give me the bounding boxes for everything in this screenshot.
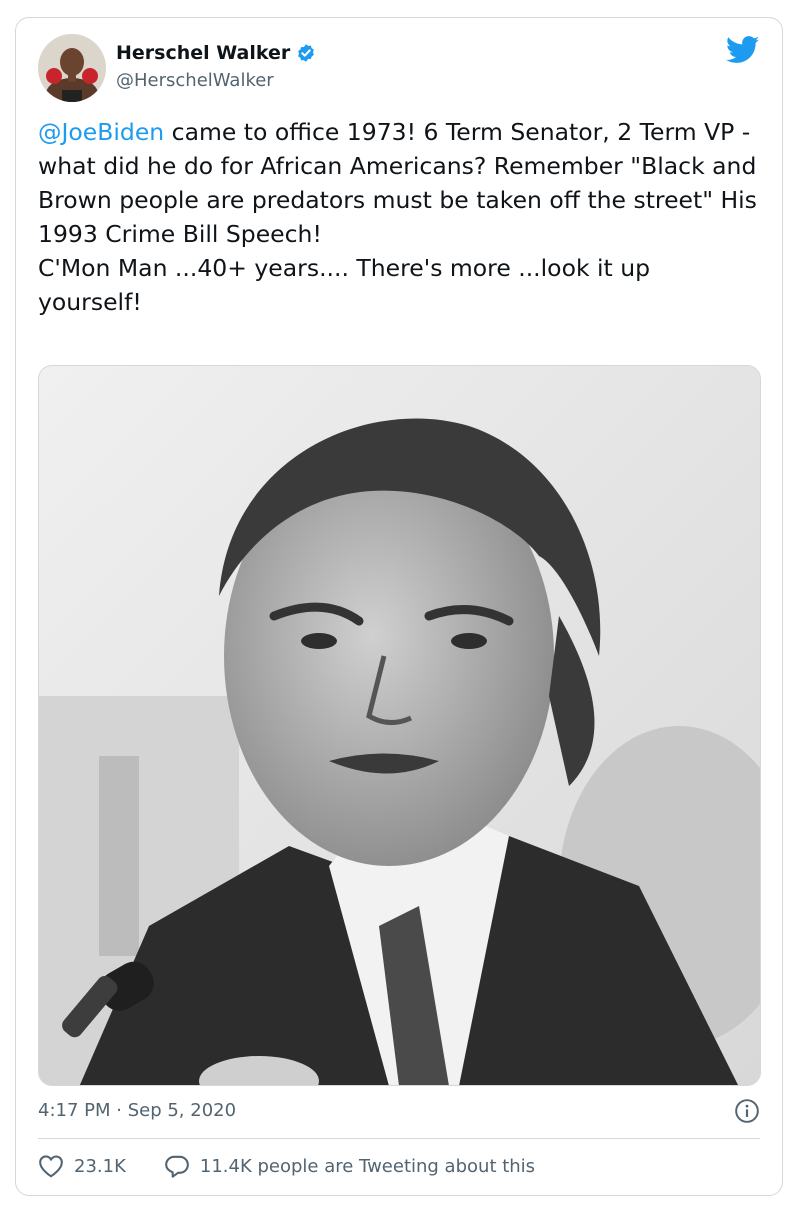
info-icon[interactable] [734,1098,760,1124]
tweeting-count-label: 11.4K people are Tweeting about this [199,1155,536,1177]
tweet-timestamp[interactable]: 4:17 PM · Sep 5, 2020 [38,1100,236,1121]
verified-badge-icon [296,43,316,63]
tweet-body: came to office 1973! 6 Term Senator, 2 T… [38,118,757,316]
twitter-bird-icon[interactable] [726,36,760,64]
tweet-photo[interactable] [38,365,761,1086]
tweet-text: @JoeBiden came to office 1973! 6 Term Se… [38,115,758,319]
avatar[interactable] [38,34,106,102]
mention-link[interactable]: @JoeBiden [38,118,164,146]
like-count: 23.1K [74,1155,126,1177]
engagement-bar: 23.1K 11.4K people are Tweeting about th… [38,1154,535,1178]
divider [38,1138,760,1139]
heart-icon [38,1154,64,1178]
like-button[interactable]: 23.1K [38,1154,126,1178]
tweet-header: Herschel Walker @HerschelWalker [38,34,760,104]
tweeting-about-link[interactable]: 11.4K people are Tweeting about this [164,1154,535,1178]
reply-bubble-icon [164,1154,190,1178]
tweet-card[interactable]: Herschel Walker @HerschelWalker @JoeBide… [15,17,783,1196]
author-name[interactable]: Herschel Walker [116,42,290,64]
author-handle[interactable]: @HerschelWalker [116,70,274,91]
